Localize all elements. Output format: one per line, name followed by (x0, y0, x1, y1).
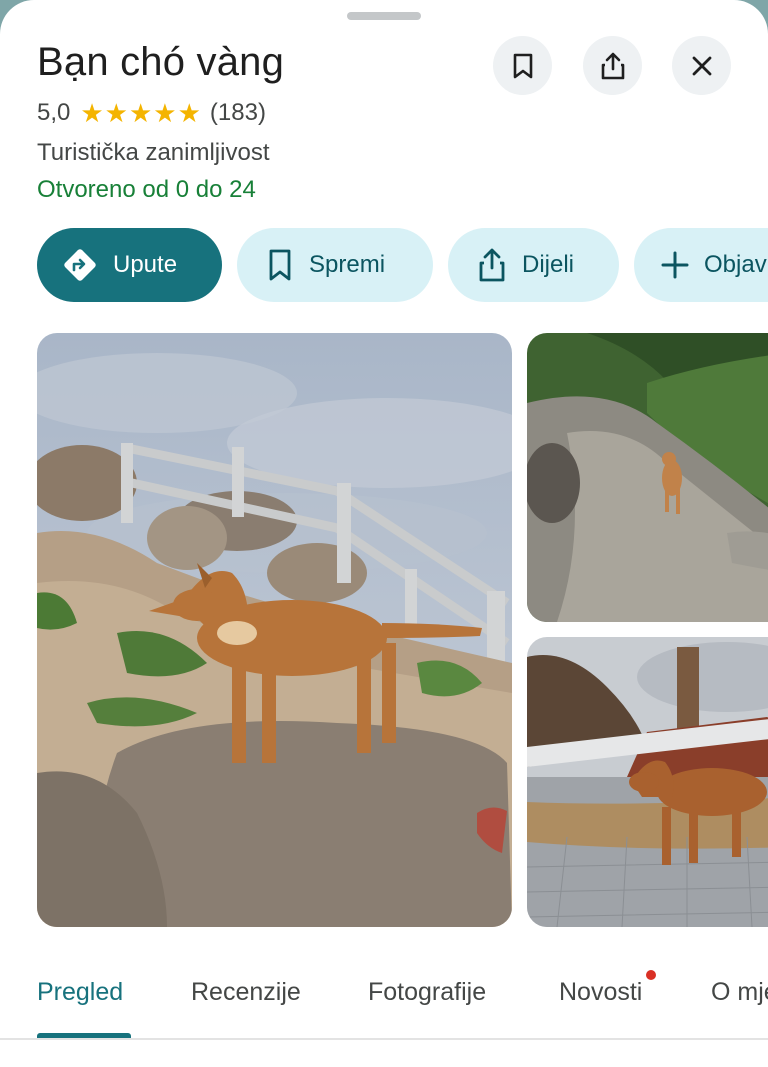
close-button[interactable] (672, 36, 731, 95)
rating-value: 5,0 (37, 99, 71, 126)
photo-dog-on-plaza[interactable] (527, 637, 768, 927)
save-place-button[interactable] (493, 36, 552, 95)
share-icon (601, 52, 624, 79)
post-label: Objavi (704, 251, 768, 278)
save-button[interactable]: Spremi (237, 228, 433, 302)
share-place-button[interactable] (583, 36, 642, 95)
bookmark-icon (265, 248, 295, 282)
share-label: Dijeli (522, 251, 575, 278)
place-title: Bạn chó vàng (37, 40, 285, 84)
bookmark-icon (513, 53, 532, 78)
tab-updates[interactable]: Novosti (559, 978, 642, 1007)
rating-row[interactable]: 5,0 ★★★★★ (183) (37, 98, 266, 128)
main-photo-dog-on-rocks[interactable] (37, 333, 512, 927)
notification-dot (646, 970, 656, 980)
star-rating-icon: ★★★★★ (80, 97, 202, 128)
opening-hours[interactable]: Otvoreno od 0 do 24 (37, 176, 256, 204)
tab-photos[interactable]: Fotografije (368, 978, 486, 1007)
share-button[interactable]: Dijeli (448, 228, 619, 302)
photo-dog-on-path[interactable] (527, 333, 768, 622)
directions-label: Upute (113, 251, 178, 278)
place-category: Turistička zanimljivost (37, 139, 270, 166)
action-chips: Upute Spremi Dijeli Objavi (37, 228, 768, 304)
tab-about[interactable]: O mjestu (711, 978, 768, 1007)
tab-divider (0, 1038, 768, 1040)
tab-reviews[interactable]: Recenzije (191, 978, 301, 1007)
post-button[interactable]: Objavi (634, 228, 768, 302)
plus-icon (660, 250, 690, 280)
tab-overview[interactable]: Pregled (37, 978, 123, 1007)
close-icon (692, 56, 711, 75)
review-count: (183) (209, 99, 266, 126)
directions-button[interactable]: Upute (37, 228, 222, 302)
save-label: Spremi (309, 251, 386, 278)
share-icon (476, 247, 508, 283)
directions-icon (61, 246, 99, 284)
place-sheet: Bạn chó vàng 5,0 ★★★★★ (183) Turistička … (0, 0, 768, 1067)
drag-handle[interactable] (347, 12, 421, 20)
